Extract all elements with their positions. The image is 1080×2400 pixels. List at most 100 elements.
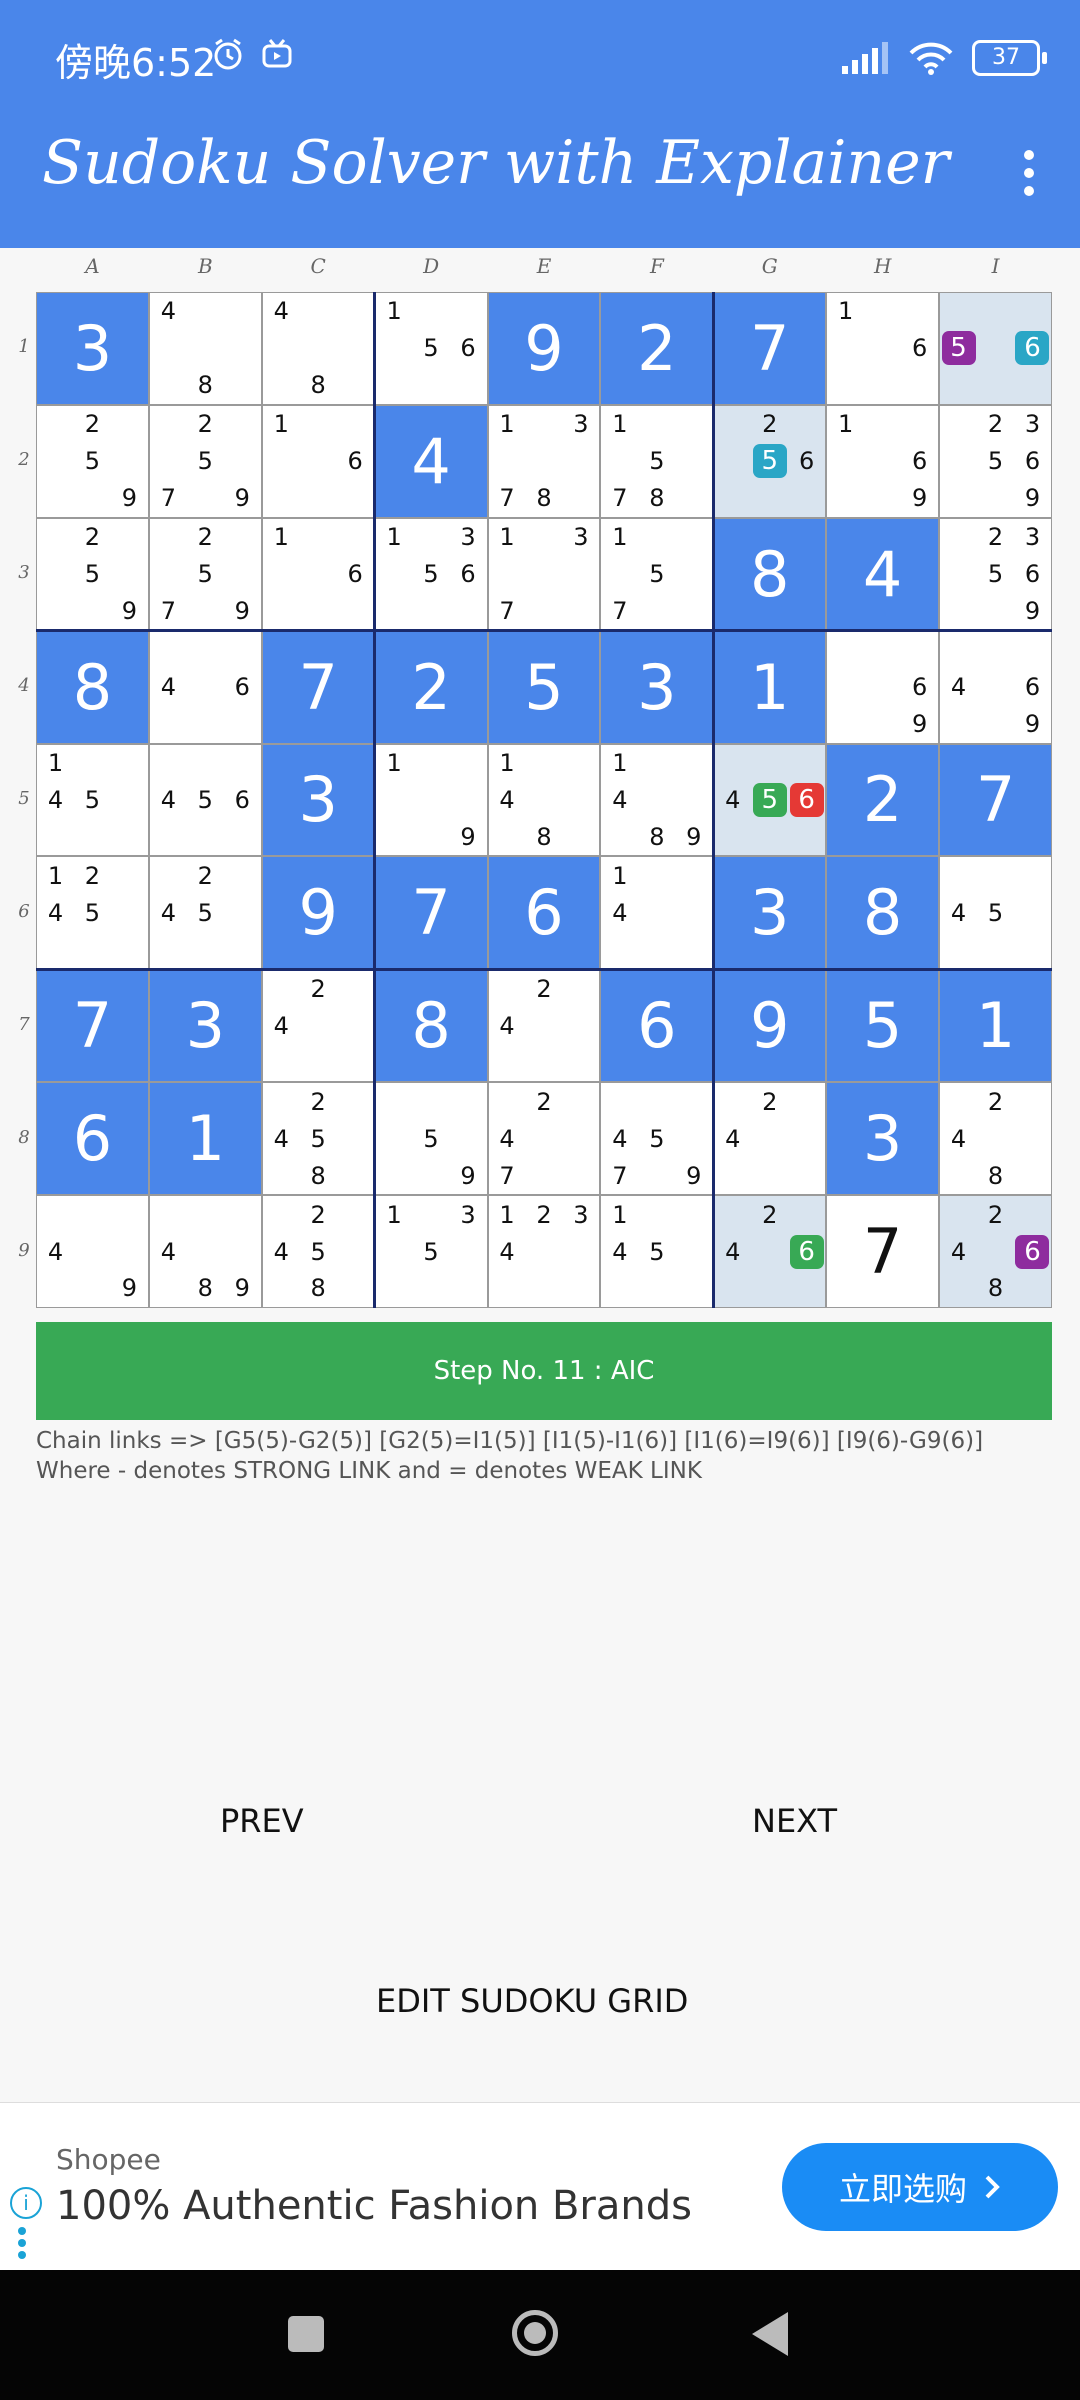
- sudoku-cell[interactable]: 69: [826, 630, 940, 744]
- sudoku-cell[interactable]: 24: [713, 1082, 827, 1196]
- sudoku-cell[interactable]: 5: [487, 630, 601, 744]
- sudoku-cell[interactable]: 16: [826, 292, 940, 405]
- sudoku-cell[interactable]: 4 6 9: [939, 630, 1052, 744]
- sudoku-cell[interactable]: 3: [261, 743, 375, 857]
- sudoku-cell[interactable]: 9: [261, 856, 375, 970]
- sudoku-cell[interactable]: 8: [826, 856, 940, 970]
- sudoku-cell[interactable]: 16: [261, 404, 375, 518]
- sudoku-cell[interactable]: 123 4: [487, 1195, 601, 1308]
- sudoku-cell[interactable]: 1 3 78: [487, 404, 601, 518]
- sudoku-cell[interactable]: 1 6 9: [826, 404, 940, 518]
- sudoku-cell[interactable]: 2: [600, 292, 714, 405]
- sudoku-cell[interactable]: 7: [374, 856, 488, 970]
- ad-banner[interactable]: i Shopee 100% Authentic Fashion Brands 立…: [0, 2102, 1080, 2271]
- recent-apps-icon[interactable]: [288, 2316, 324, 2352]
- sudoku-cell[interactable]: 7: [261, 630, 375, 744]
- sudoku-cell[interactable]: 457 9: [600, 1082, 714, 1196]
- sudoku-cell[interactable]: 1 356: [374, 517, 488, 631]
- back-icon[interactable]: [752, 2312, 788, 2356]
- sudoku-cell[interactable]: 2 56: [713, 404, 827, 518]
- sudoku-cell[interactable]: 4: [374, 404, 488, 518]
- sudoku-cell[interactable]: 1 489: [600, 743, 714, 857]
- sudoku-cell[interactable]: 1578: [600, 404, 714, 518]
- sudoku-cell[interactable]: 1245: [36, 856, 149, 970]
- sudoku-cell[interactable]: 19: [374, 743, 488, 857]
- sudoku-cell[interactable]: 14: [600, 856, 714, 970]
- sudoku-cell[interactable]: 245 8: [261, 1082, 375, 1196]
- sudoku-cell[interactable]: 1 35: [374, 1195, 488, 1308]
- sudoku-cell[interactable]: 3: [713, 856, 827, 970]
- sudoku-cell[interactable]: 7: [939, 743, 1052, 857]
- sudoku-cell[interactable]: 2356 9: [939, 517, 1052, 631]
- sudoku-cell[interactable]: 8: [374, 969, 488, 1083]
- candidate-digit: 9: [686, 1161, 702, 1190]
- prev-button[interactable]: PREV: [220, 1802, 304, 1840]
- sudoku-cell[interactable]: 6: [487, 856, 601, 970]
- next-button[interactable]: NEXT: [752, 1802, 837, 1840]
- candidate-digit: 1: [838, 410, 854, 439]
- cell-value: 7: [975, 763, 1016, 837]
- sudoku-cell[interactable]: 3: [600, 630, 714, 744]
- sudoku-cell[interactable]: 2 59: [36, 404, 149, 518]
- sudoku-cell[interactable]: 2 57 9: [148, 517, 262, 631]
- sudoku-cell[interactable]: 46: [148, 630, 262, 744]
- sudoku-cell[interactable]: 24 68: [939, 1195, 1052, 1308]
- sudoku-cell[interactable]: 49: [36, 1195, 149, 1308]
- sudoku-cell[interactable]: 9: [487, 292, 601, 405]
- sudoku-cell[interactable]: 16: [261, 517, 375, 631]
- overflow-menu-icon[interactable]: [1024, 150, 1036, 198]
- sudoku-cell[interactable]: 1 45: [600, 1195, 714, 1308]
- sudoku-cell[interactable]: 157: [600, 517, 714, 631]
- sudoku-cell[interactable]: 8: [713, 517, 827, 631]
- app-title: Sudoku Solver with Explainer: [42, 128, 950, 198]
- sudoku-cell[interactable]: 8: [36, 630, 149, 744]
- home-icon[interactable]: [512, 2310, 558, 2356]
- sudoku-cell[interactable]: 1 45: [36, 743, 149, 857]
- sudoku-cell[interactable]: 489: [148, 1195, 262, 1308]
- sudoku-cell[interactable]: 5: [826, 969, 940, 1083]
- candidate-digit: 2: [987, 410, 1004, 439]
- ad-more-icon[interactable]: [18, 2227, 26, 2263]
- sudoku-cell[interactable]: 2 57 9: [148, 404, 262, 518]
- sudoku-cell[interactable]: 2356 9: [939, 404, 1052, 518]
- sudoku-cell[interactable]: 6: [36, 1082, 149, 1196]
- sudoku-cell[interactable]: 2 59: [36, 517, 149, 631]
- sudoku-cell[interactable]: 3: [36, 292, 149, 405]
- edit-grid-button[interactable]: EDIT SUDOKU GRID: [376, 1982, 688, 2020]
- sudoku-cell[interactable]: 3: [148, 969, 262, 1083]
- sudoku-cell[interactable]: 2: [826, 743, 940, 857]
- sudoku-cell[interactable]: 7: [826, 1195, 940, 1308]
- sudoku-cell[interactable]: 156: [374, 292, 488, 405]
- sudoku-cell[interactable]: 24: [261, 969, 375, 1083]
- sudoku-cell[interactable]: 7: [713, 292, 827, 405]
- sudoku-cell[interactable]: 3: [826, 1082, 940, 1196]
- sudoku-cell[interactable]: 2: [374, 630, 488, 744]
- sudoku-cell[interactable]: 456: [148, 743, 262, 857]
- sudoku-cell[interactable]: 1: [148, 1082, 262, 1196]
- sudoku-cell[interactable]: 456: [713, 743, 827, 857]
- sudoku-cell[interactable]: 48: [148, 292, 262, 405]
- sudoku-cell[interactable]: 24: [487, 969, 601, 1083]
- candidate-digit: 3: [573, 523, 589, 552]
- sudoku-cell[interactable]: 24 6: [713, 1195, 827, 1308]
- sudoku-cell[interactable]: 6: [600, 969, 714, 1083]
- sudoku-cell[interactable]: 1 48: [487, 743, 601, 857]
- sudoku-cell[interactable]: 59: [374, 1082, 488, 1196]
- sudoku-cell[interactable]: 7: [36, 969, 149, 1083]
- sudoku-cell[interactable]: 245: [148, 856, 262, 970]
- sudoku-cell[interactable]: 4: [826, 517, 940, 631]
- sudoku-cell[interactable]: 56: [939, 292, 1052, 405]
- sudoku-cell[interactable]: 24 7: [487, 1082, 601, 1196]
- sudoku-cell[interactable]: 45: [939, 856, 1052, 970]
- ad-cta-button[interactable]: 立即选购: [782, 2143, 1058, 2231]
- sudoku-cell[interactable]: 1: [939, 969, 1052, 1083]
- sudoku-cell[interactable]: 1 3 7: [487, 517, 601, 631]
- ad-info-icon[interactable]: i: [10, 2187, 42, 2219]
- sudoku-cell[interactable]: 9: [713, 969, 827, 1083]
- candidate-digit: 6: [460, 334, 476, 363]
- sudoku-cell[interactable]: 248: [939, 1082, 1052, 1196]
- sudoku-cell[interactable]: 245 8: [261, 1195, 375, 1308]
- sudoku-cell[interactable]: 48: [261, 292, 375, 405]
- cell-value: 9: [298, 876, 338, 950]
- sudoku-cell[interactable]: 1: [713, 630, 827, 744]
